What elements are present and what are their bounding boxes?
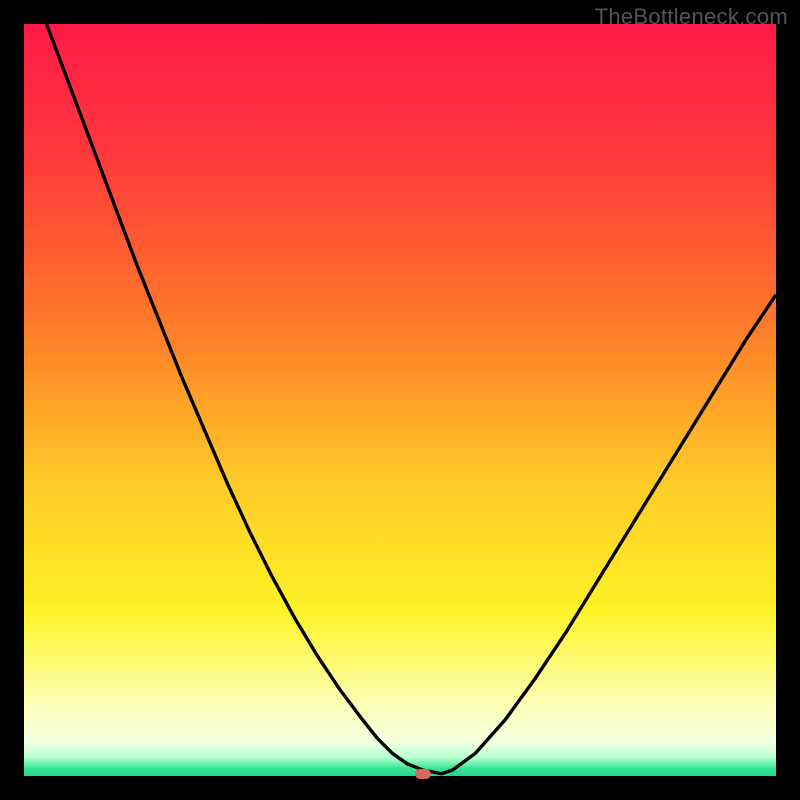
chart-frame: TheBottleneck.com [0,0,800,800]
gradient-rect [24,24,776,776]
optimal-point-marker [415,769,431,779]
watermark-text: TheBottleneck.com [595,4,788,30]
bottleneck-plot [24,24,776,776]
